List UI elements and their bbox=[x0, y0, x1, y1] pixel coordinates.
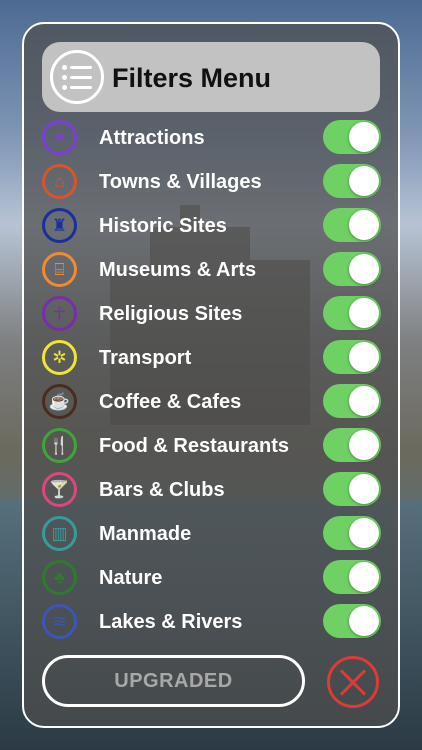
filter-row: ♜ Historic Sites bbox=[40, 206, 385, 246]
filter-label: Bars & Clubs bbox=[99, 479, 225, 501]
cutlery-icon: 🍴 bbox=[42, 428, 77, 463]
town-icon: ⌂ bbox=[42, 164, 77, 199]
filter-toggle[interactable] bbox=[323, 384, 381, 418]
filter-row: ☥ Religious Sites bbox=[40, 294, 385, 334]
filter-label: Historic Sites bbox=[99, 215, 227, 237]
filter-label: Coffee & Cafes bbox=[99, 391, 242, 413]
filter-row: ≋ Lakes & Rivers bbox=[40, 602, 385, 642]
building-icon: ▥ bbox=[42, 516, 77, 551]
toggle-knob bbox=[349, 606, 379, 636]
filter-row: ✷ Attractions bbox=[40, 118, 385, 158]
toggle-knob bbox=[349, 430, 379, 460]
cocktail-icon: 🍸 bbox=[42, 472, 77, 507]
filter-toggle[interactable] bbox=[323, 164, 381, 198]
filter-label: Nature bbox=[99, 567, 163, 589]
filter-toggle[interactable] bbox=[323, 560, 381, 594]
filter-row: ▥ Manmade bbox=[40, 514, 385, 554]
filter-toggle[interactable] bbox=[323, 296, 381, 330]
toggle-knob bbox=[349, 254, 379, 284]
filter-row: 🍸 Bars & Clubs bbox=[40, 470, 385, 510]
toggle-knob bbox=[349, 298, 379, 328]
upgraded-label: UPGRADED bbox=[114, 669, 233, 692]
filter-label: Religious Sites bbox=[99, 303, 243, 325]
filter-row: ✲ Transport bbox=[40, 338, 385, 378]
ankh-icon: ☥ bbox=[42, 296, 77, 331]
attractions-icon: ✷ bbox=[42, 120, 77, 155]
filter-label: Manmade bbox=[99, 523, 192, 545]
filter-row: ⌸ Museums & Arts bbox=[40, 250, 385, 290]
toggle-knob bbox=[349, 210, 379, 240]
filter-label: Attractions bbox=[99, 127, 205, 149]
filter-toggle[interactable] bbox=[323, 472, 381, 506]
menu-list-icon[interactable] bbox=[50, 50, 104, 104]
coffee-cup-icon: ☕ bbox=[42, 384, 77, 419]
filter-row: 🍴 Food & Restaurants bbox=[40, 426, 385, 466]
close-button[interactable] bbox=[327, 656, 379, 708]
toggle-knob bbox=[349, 474, 379, 504]
museum-icon: ⌸ bbox=[42, 252, 77, 287]
upgraded-button[interactable]: UPGRADED bbox=[42, 655, 305, 707]
castle-icon: ♜ bbox=[42, 208, 77, 243]
toggle-knob bbox=[349, 386, 379, 416]
filter-label: Food & Restaurants bbox=[99, 435, 290, 457]
tree-icon: ♣ bbox=[42, 560, 77, 595]
filter-label: Lakes & Rivers bbox=[99, 611, 243, 633]
filter-toggle[interactable] bbox=[323, 340, 381, 374]
toggle-knob bbox=[349, 342, 379, 372]
filter-toggle[interactable] bbox=[323, 252, 381, 286]
filter-label: Transport bbox=[99, 347, 192, 369]
filter-label: Towns & Villages bbox=[99, 171, 262, 193]
waves-icon: ≋ bbox=[42, 604, 77, 639]
wheel-icon: ✲ bbox=[42, 340, 77, 375]
filter-row: ♣ Nature bbox=[40, 558, 385, 598]
filter-row: ☕ Coffee & Cafes bbox=[40, 382, 385, 422]
toggle-knob bbox=[349, 518, 379, 548]
filter-toggle[interactable] bbox=[323, 604, 381, 638]
toggle-knob bbox=[349, 122, 379, 152]
filter-row: ⌂ Towns & Villages bbox=[40, 162, 385, 202]
filter-toggle[interactable] bbox=[323, 428, 381, 462]
filter-toggle[interactable] bbox=[323, 208, 381, 242]
toggle-knob bbox=[349, 166, 379, 196]
filter-toggle[interactable] bbox=[323, 516, 381, 550]
toggle-knob bbox=[349, 562, 379, 592]
page-title: Filters Menu bbox=[112, 63, 272, 93]
filter-label: Museums & Arts bbox=[99, 259, 257, 281]
filter-toggle[interactable] bbox=[323, 120, 381, 154]
